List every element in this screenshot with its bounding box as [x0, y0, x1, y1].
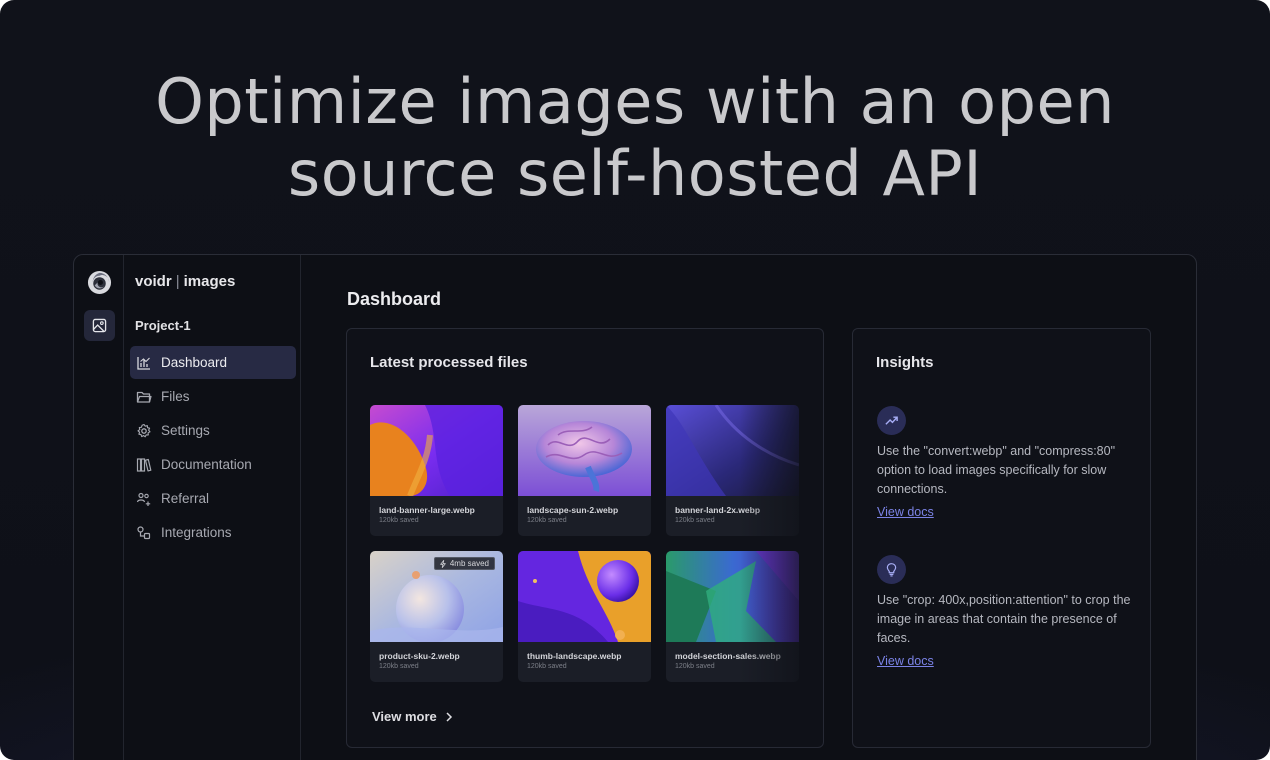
insight-item: Use the "convert:webp" and "compress:80"…: [877, 406, 1137, 521]
badge-label: 4mb saved: [449, 559, 489, 568]
file-thumbnail: [518, 551, 651, 642]
folder-icon: [136, 391, 152, 403]
file-name: landscape-sun-2.webp: [527, 505, 619, 515]
insights-card: Insights Use the "convert:webp" and "com…: [852, 328, 1151, 748]
sidebar-item-settings[interactable]: Settings: [130, 414, 296, 447]
sidebar-item-label: Integrations: [161, 525, 232, 540]
sidebar-item-documentation[interactable]: Documentation: [130, 448, 296, 481]
files-grid: land-banner-large.webp 120kb saved lands…: [370, 405, 810, 685]
card-title: Insights: [876, 354, 934, 371]
bar-chart-icon: [137, 356, 150, 370]
hero-canvas: Optimize images with an open source self…: [0, 0, 1270, 760]
insight-item: Use "crop: 400x,position:attention" to c…: [877, 555, 1137, 670]
brand-product: images: [183, 273, 236, 290]
file-tile[interactable]: 4mb saved product-sku-2.webp 120kb saved: [370, 551, 503, 682]
file-saved: 120kb saved: [527, 663, 567, 670]
insight-icon-badge: [877, 555, 906, 584]
lightbulb-icon: [886, 563, 897, 577]
brand-title: voidr | images: [135, 273, 235, 290]
sidebar-nav: Dashboard Files Settings Documentation R…: [130, 346, 296, 550]
file-tile[interactable]: banner-land-2x.webp 120kb saved: [666, 405, 799, 536]
file-name: banner-land-2x.webp: [675, 505, 761, 515]
headline-line-2: source self-hosted API: [287, 137, 983, 210]
card-title: Latest processed files: [370, 354, 528, 371]
insight-icon-badge: [877, 406, 906, 435]
file-saved: 120kb saved: [675, 517, 715, 524]
view-more-link[interactable]: View more: [372, 709, 455, 724]
trending-up-icon: [885, 416, 898, 425]
sidebar-item-label: Settings: [161, 423, 210, 438]
saved-badge: 4mb saved: [433, 557, 495, 570]
view-docs-link[interactable]: View docs: [877, 654, 934, 668]
image-icon: [92, 318, 107, 333]
gear-icon: [137, 423, 151, 437]
sidebar-item-label: Documentation: [161, 457, 252, 472]
view-more-label: View more: [372, 709, 437, 724]
file-tile[interactable]: landscape-sun-2.webp 120kb saved: [518, 405, 651, 536]
project-name[interactable]: Project-1: [135, 318, 191, 333]
file-thumbnail: [666, 551, 799, 642]
file-saved: 120kb saved: [379, 663, 419, 670]
file-saved: 120kb saved: [379, 517, 419, 524]
app-window: voidr | images Project-1 Dashboard Files…: [73, 254, 1197, 760]
file-name: thumb-landscape.webp: [527, 651, 622, 661]
file-thumbnail: [370, 405, 503, 496]
file-tile[interactable]: land-banner-large.webp 120kb saved: [370, 405, 503, 536]
sidebar: voidr | images Project-1 Dashboard Files…: [125, 255, 301, 760]
integrations-icon: [137, 525, 151, 539]
icon-rail: [74, 255, 124, 760]
file-name: land-banner-large.webp: [379, 505, 475, 515]
sidebar-item-referral[interactable]: Referral: [130, 482, 296, 515]
insight-text: Use "crop: 400x,position:attention" to c…: [877, 593, 1131, 645]
file-tile[interactable]: thumb-landscape.webp 120kb saved: [518, 551, 651, 682]
sidebar-item-label: Files: [161, 389, 190, 404]
brand-name: voidr: [135, 273, 172, 290]
books-icon: [136, 457, 152, 472]
file-tile[interactable]: model-section-sales.webp 120kb saved: [666, 551, 799, 682]
sidebar-item-dashboard[interactable]: Dashboard: [130, 346, 296, 379]
file-thumbnail: [666, 405, 799, 496]
users-plus-icon: [136, 492, 151, 506]
lightning-icon: [440, 559, 446, 568]
file-name: product-sku-2.webp: [379, 651, 460, 661]
file-saved: 120kb saved: [675, 663, 715, 670]
sidebar-item-integrations[interactable]: Integrations: [130, 516, 296, 549]
file-name: model-section-sales.webp: [675, 651, 781, 661]
sidebar-item-label: Referral: [161, 491, 210, 506]
view-docs-link[interactable]: View docs: [877, 505, 934, 519]
sidebar-item-files[interactable]: Files: [130, 380, 296, 413]
main-content: Dashboard Latest processed files land-ba…: [302, 255, 1196, 760]
headline-line-1: Optimize images with an open: [155, 65, 1115, 138]
rail-images-button[interactable]: [84, 310, 115, 341]
sidebar-item-label: Dashboard: [161, 355, 228, 370]
voidr-swirl-logo-icon[interactable]: [87, 270, 112, 295]
brand-separator: |: [175, 273, 180, 290]
chevron-right-icon: [446, 711, 452, 722]
file-thumbnail: [518, 405, 651, 496]
hero-headline: Optimize images with an open source self…: [0, 66, 1270, 210]
page-title: Dashboard: [347, 289, 442, 309]
latest-files-card: Latest processed files land-banner-large…: [346, 328, 824, 748]
file-saved: 120kb saved: [527, 517, 567, 524]
insight-text: Use the "convert:webp" and "compress:80"…: [877, 444, 1116, 496]
